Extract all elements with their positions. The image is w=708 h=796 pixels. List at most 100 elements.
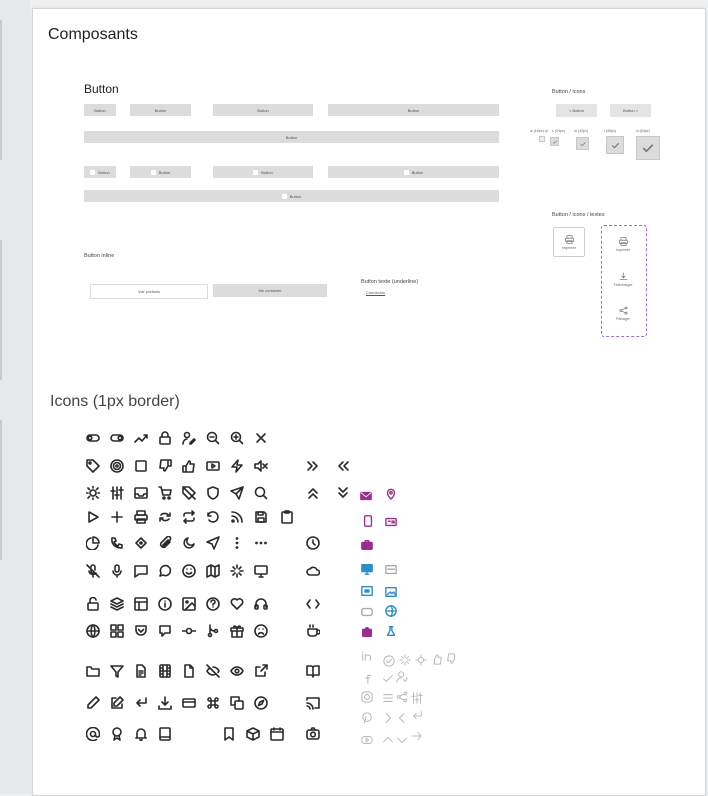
icon-button-16[interactable]: [539, 136, 545, 142]
calendar-icon: [270, 727, 284, 741]
chevrons-up-icon: [306, 486, 320, 500]
button-l[interactable]: Button: [328, 104, 499, 116]
pen-tool-icon: [134, 536, 148, 550]
grid-icon: [110, 624, 124, 638]
external-link-icon: [254, 664, 268, 678]
thumb-up-icon: [182, 459, 196, 473]
size-label-w: w (16px) ct: [530, 129, 548, 133]
check-icon: [552, 140, 557, 144]
book-open-icon: [306, 664, 320, 678]
map-pin-color-icon: [385, 487, 397, 500]
tag-off-icon: [182, 486, 196, 500]
chevron-left-light-icon: [396, 711, 408, 723]
monitor-icon: [254, 564, 268, 578]
code-icon: [306, 597, 320, 611]
instagram-icon: [361, 690, 373, 703]
at-sign-icon: [85, 726, 101, 742]
globe-icon: [86, 624, 100, 638]
download-text-button[interactable]: Télécharger: [607, 265, 639, 293]
filter-icon: [110, 664, 124, 678]
rss-icon: [230, 510, 244, 524]
button-label: Imprimer: [615, 247, 631, 252]
button-full-width[interactable]: Button: [84, 131, 499, 143]
monitor-color-icon: [361, 562, 373, 575]
thumb-down-icon: [158, 459, 172, 473]
button-full-width-with-icon[interactable]: Button: [84, 190, 499, 202]
button-m[interactable]: Button: [213, 104, 313, 116]
loader-icon: [230, 564, 244, 578]
print-text-button[interactable]: Imprimer: [607, 230, 639, 258]
button-l-with-icon[interactable]: Button: [328, 166, 499, 178]
sun-icon: [85, 485, 101, 501]
button-label: Button: [411, 169, 424, 175]
sliders-icon: [110, 486, 124, 500]
button-underline-heading: Button texte (underline): [361, 279, 419, 285]
search-icon: [254, 486, 268, 500]
bell-icon: [134, 727, 148, 742]
compass-icon: [254, 696, 268, 710]
refresh-icon: [158, 510, 172, 524]
next-button[interactable]: Button >: [610, 104, 651, 117]
left-strip: [0, 0, 30, 794]
size-label-m: m (32px): [574, 129, 589, 133]
icon-button-32[interactable]: [576, 137, 589, 150]
youtube-icon: [361, 733, 373, 745]
button-s[interactable]: Button: [130, 104, 191, 116]
window-blue-icon: [361, 584, 373, 596]
paperclip-icon: [158, 535, 172, 550]
strip-marker: [0, 240, 2, 380]
download-icon: [158, 696, 172, 710]
loader-light-icon: [399, 653, 411, 666]
toggle-on-icon: [110, 431, 124, 445]
globe-blue-icon: [385, 604, 397, 617]
edit-icon: [86, 696, 100, 710]
chevron-up-light-icon: [382, 733, 394, 745]
print-icon: [564, 234, 574, 244]
linkedin-icon: [361, 649, 373, 661]
info-icon: [158, 597, 172, 611]
icon-button-64[interactable]: [636, 136, 660, 160]
copy-icon: [230, 696, 244, 710]
button-label: Button: [98, 169, 110, 175]
button-m-with-icon[interactable]: Button: [213, 166, 313, 178]
print-icon: [134, 510, 148, 524]
coffee-icon: [306, 624, 321, 638]
smile-icon: [182, 564, 196, 578]
button-icons-heading: Button / icons: [552, 89, 586, 95]
heart-icon: [230, 597, 244, 611]
share-text-button[interactable]: Partager: [607, 299, 639, 327]
size-label-s: s (24px): [552, 129, 565, 133]
chevrons-down-icon: [336, 486, 350, 500]
zoom-in-icon: [230, 431, 244, 445]
icon-button-40[interactable]: [606, 136, 624, 154]
portfolio-button[interactable]: Voir portfolio: [90, 284, 208, 299]
eye-off-icon: [206, 664, 220, 678]
icon-button-24[interactable]: [550, 137, 559, 146]
contact-button[interactable]: Me contacter: [213, 284, 327, 297]
print-text-button[interactable]: Imprimer: [553, 227, 585, 257]
button-xs[interactable]: Button: [84, 104, 116, 116]
window-gray-icon: [385, 563, 397, 575]
mute-icon: [254, 459, 268, 473]
briefcase-color-icon: [361, 538, 373, 550]
map-icon: [206, 564, 220, 578]
button-label: Partager: [616, 316, 630, 321]
button-xs-with-icon[interactable]: Button: [84, 166, 116, 178]
button-label: Télécharger: [613, 282, 633, 287]
headphones-icon: [254, 597, 268, 611]
cloud-icon: [306, 564, 321, 578]
help-icon: [206, 597, 220, 611]
print-icon: [618, 236, 628, 246]
eye-icon: [230, 664, 244, 678]
check-icon: [611, 142, 619, 148]
clock-icon: [306, 536, 320, 550]
strip-marker: [0, 20, 2, 160]
prev-button[interactable]: < Button: [556, 104, 597, 117]
connexion-link[interactable]: Connexion: [366, 290, 385, 295]
inbox-icon: [134, 486, 148, 500]
check-light-icon: [382, 672, 394, 684]
sliders-light-icon: [411, 691, 423, 704]
button-s-with-icon[interactable]: Button: [130, 166, 191, 178]
button-label: Button: [261, 169, 273, 175]
file-text-icon: [134, 664, 148, 678]
